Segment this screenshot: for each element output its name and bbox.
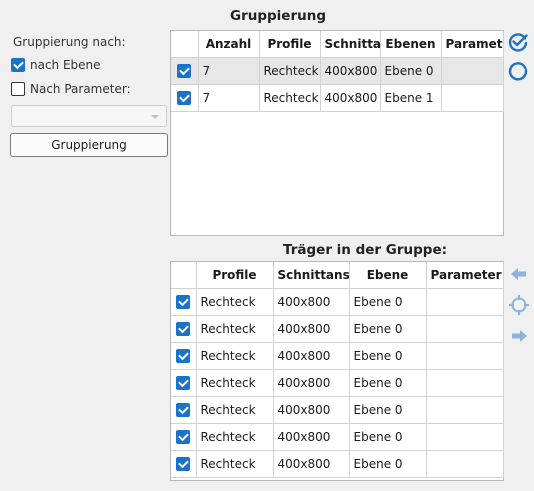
row-checkbox[interactable] [176, 403, 191, 418]
option-by-parameter-label: Nach Parameter: [30, 82, 131, 96]
group-button[interactable]: Gruppierung [10, 133, 168, 157]
row-checkbox[interactable] [177, 64, 192, 79]
members-cell-section: 400x800 [273, 369, 350, 397]
members-row[interactable]: Rechteck 400x800 Ebene 0 [171, 342, 504, 370]
members-cell-section: 400x800 [273, 315, 350, 343]
groups-cell-parameter [441, 57, 504, 85]
groups-cell-profile: Rechteck [259, 57, 321, 85]
members-cell-level: Ebene 0 [349, 369, 427, 397]
groups-cell-section: 400x800 [320, 57, 381, 85]
groups-header-profile[interactable]: Profile [259, 31, 321, 58]
groups-title: Gruppierung [230, 8, 327, 24]
members-row[interactable]: Rechteck 400x800 Ebene 0 [171, 369, 504, 397]
members-cell-parameter [426, 423, 504, 451]
groups-header-row: Anzahl Profile Schnitta Ebenen Paramet [171, 31, 504, 58]
members-row[interactable]: Rechteck 400x800 Ebene 0 [171, 396, 504, 424]
members-row-check-cell[interactable] [171, 396, 197, 424]
members-row[interactable]: Rechteck 400x800 Ebene 0 [171, 315, 504, 343]
uncheck-all-icon[interactable] [507, 61, 529, 83]
members-cell-section: 400x800 [273, 396, 350, 424]
level-checkbox[interactable] [11, 58, 25, 72]
groups-cell-parameter [441, 84, 504, 112]
row-checkbox[interactable] [176, 457, 191, 472]
members-cell-parameter [426, 396, 504, 424]
members-cell-level: Ebene 0 [349, 288, 427, 316]
members-cell-level: Ebene 0 [349, 396, 427, 424]
members-cell-parameter [426, 288, 504, 316]
members-header-level[interactable]: Ebene [349, 262, 427, 289]
members-row[interactable]: Rechteck 400x800 Ebene 0 [171, 450, 504, 478]
members-row-check-cell[interactable] [171, 288, 197, 316]
members-row-check-cell[interactable] [171, 423, 197, 451]
members-cell-profile: Rechteck [196, 342, 274, 370]
option-by-level[interactable]: nach Ebene [11, 58, 101, 72]
groups-cell-section: 400x800 [320, 84, 381, 112]
members-cell-profile: Rechteck [196, 369, 274, 397]
groups-header-check [171, 31, 199, 58]
members-row[interactable]: Rechteck 400x800 Ebene 0 [171, 288, 504, 316]
members-cell-level: Ebene 0 [349, 342, 427, 370]
groups-table: Anzahl Profile Schnitta Ebenen Paramet 7… [171, 31, 504, 112]
parameter-checkbox[interactable] [11, 82, 25, 96]
members-cell-level: Ebene 0 [349, 315, 427, 343]
members-cell-section: 400x800 [273, 342, 350, 370]
groups-row-check-cell[interactable] [171, 84, 199, 112]
members-cell-parameter [426, 369, 504, 397]
crosshair-icon[interactable] [508, 294, 530, 316]
groups-header-section[interactable]: Schnitta [320, 31, 381, 58]
members-cell-section: 400x800 [273, 450, 350, 478]
groups-cell-level: Ebene 1 [380, 84, 442, 112]
members-row-check-cell[interactable] [171, 315, 197, 343]
members-cell-profile: Rechteck [196, 315, 274, 343]
row-checkbox[interactable] [176, 349, 191, 364]
row-checkbox[interactable] [176, 322, 191, 337]
groups-header-parameter[interactable]: Paramet [441, 31, 504, 58]
members-table: Profile Schnittansi Ebene Parameter Rech… [171, 262, 504, 478]
members-row-check-cell[interactable] [171, 369, 197, 397]
check-all-icon[interactable] [507, 31, 529, 53]
members-cell-profile: Rechteck [196, 288, 274, 316]
groups-cell-profile: Rechteck [259, 84, 321, 112]
groups-cell-count: 7 [198, 84, 260, 112]
members-header-profile[interactable]: Profile [196, 262, 274, 289]
groups-row[interactable]: 7 Rechteck 400x800 Ebene 1 [171, 84, 504, 112]
members-row-check-cell[interactable] [171, 342, 197, 370]
row-checkbox[interactable] [177, 91, 192, 106]
groups-header-levels[interactable]: Ebenen [380, 31, 442, 58]
members-cell-profile: Rechteck [196, 450, 274, 478]
members-cell-parameter [426, 450, 504, 478]
group-by-label: Gruppierung nach: [13, 35, 126, 49]
row-checkbox[interactable] [176, 376, 191, 391]
members-cell-profile: Rechteck [196, 423, 274, 451]
members-cell-parameter [426, 315, 504, 343]
arrow-left-icon[interactable] [509, 265, 529, 283]
groups-cell-level: Ebene 0 [380, 57, 442, 85]
row-checkbox[interactable] [176, 295, 191, 310]
members-cell-level: Ebene 0 [349, 423, 427, 451]
chevron-down-icon [151, 115, 159, 119]
groups-row-check-cell[interactable] [171, 57, 199, 85]
members-header-section[interactable]: Schnittansi [273, 262, 350, 289]
groups-cell-count: 7 [198, 57, 260, 85]
row-checkbox[interactable] [176, 430, 191, 445]
members-cell-profile: Rechteck [196, 396, 274, 424]
arrow-right-icon[interactable] [509, 327, 529, 345]
option-by-parameter[interactable]: Nach Parameter: [11, 82, 131, 96]
groups-row[interactable]: 7 Rechteck 400x800 Ebene 0 [171, 57, 504, 85]
members-row-check-cell[interactable] [171, 450, 197, 478]
members-cell-section: 400x800 [273, 423, 350, 451]
option-by-level-label: nach Ebene [30, 58, 101, 72]
members-row[interactable]: Rechteck 400x800 Ebene 0 [171, 423, 504, 451]
members-cell-level: Ebene 0 [349, 450, 427, 478]
members-cell-parameter [426, 342, 504, 370]
members-header-row: Profile Schnittansi Ebene Parameter [171, 262, 504, 289]
members-cell-section: 400x800 [273, 288, 350, 316]
groups-header-count[interactable]: Anzahl [198, 31, 260, 58]
members-header-parameter[interactable]: Parameter [426, 262, 504, 289]
members-title: Träger in der Gruppe: [283, 242, 448, 258]
parameter-select[interactable] [11, 105, 167, 127]
members-header-check [171, 262, 197, 289]
